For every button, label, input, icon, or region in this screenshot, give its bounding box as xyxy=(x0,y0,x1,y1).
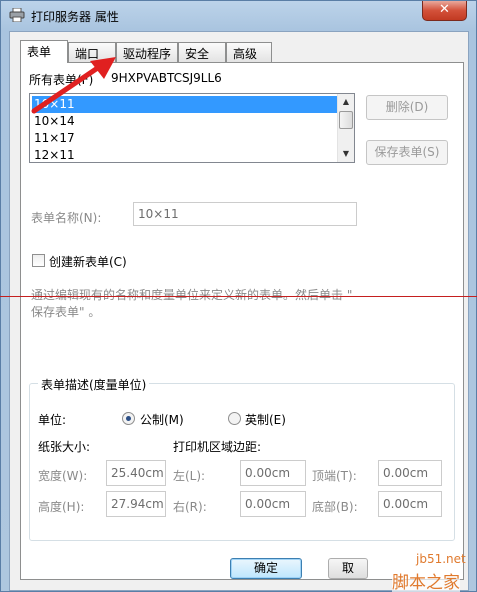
tab-drivers[interactable]: 驱动程序 xyxy=(116,42,178,62)
create-new-form-checkbox[interactable] xyxy=(32,254,45,267)
list-item[interactable]: 11×17 xyxy=(32,130,337,147)
close-button[interactable]: ✕ xyxy=(422,1,467,21)
create-new-form-label: 创建新表单(C) xyxy=(49,255,127,269)
scroll-thumb[interactable] xyxy=(339,111,353,129)
metric-radio[interactable] xyxy=(122,412,135,425)
list-item[interactable]: 10×14 xyxy=(32,113,337,130)
list-scrollbar[interactable]: ▲ ▼ xyxy=(337,94,354,162)
bottom-margin-input[interactable]: 0.00cm xyxy=(378,491,442,517)
tab-forms[interactable]: 表单 xyxy=(20,40,68,63)
printer-icon xyxy=(9,8,25,22)
imperial-label: 英制(E) xyxy=(245,413,286,427)
title-bar[interactable]: 打印服务器 属性 ✕ xyxy=(1,1,476,31)
top-margin-input[interactable]: 0.00cm xyxy=(378,460,442,486)
imperial-radio[interactable] xyxy=(228,412,241,425)
metric-label: 公制(M) xyxy=(140,413,184,427)
left-margin-label: 左(L): xyxy=(173,469,206,483)
watermark-name: 脚本之家 xyxy=(392,568,460,592)
right-margin-label: 右(R): xyxy=(173,500,207,514)
form-name-input[interactable]: 10×11 xyxy=(133,202,357,226)
unit-label: 单位: xyxy=(38,413,67,427)
delete-button[interactable]: 删除(D) xyxy=(366,95,448,120)
paper-size-label: 纸张大小: xyxy=(38,440,91,454)
cancel-button[interactable]: 取 xyxy=(328,558,368,579)
margins-label: 打印机区域边距: xyxy=(173,440,262,454)
ok-button[interactable]: 确定 xyxy=(230,558,302,579)
top-margin-label: 顶端(T): xyxy=(312,469,357,483)
right-margin-input[interactable]: 0.00cm xyxy=(240,491,306,517)
watermark-url: jb51.net xyxy=(416,552,466,566)
annotation-line xyxy=(0,296,477,297)
forms-panel: 所有表单(F) 9HXPVABTCSJ9LL6 10×11 10×14 11×1… xyxy=(20,62,464,580)
tab-security[interactable]: 安全 xyxy=(178,42,226,62)
save-form-button[interactable]: 保存表单(S) xyxy=(366,140,448,165)
height-label: 高度(H): xyxy=(38,500,85,514)
left-margin-input[interactable]: 0.00cm xyxy=(240,460,306,486)
server-name: 9HXPVABTCSJ9LL6 xyxy=(111,71,222,85)
description-line2: 保存表单" 。 xyxy=(31,305,101,319)
scroll-down-icon[interactable]: ▼ xyxy=(338,146,354,162)
scroll-up-icon[interactable]: ▲ xyxy=(338,94,354,110)
window-title: 打印服务器 属性 xyxy=(31,10,119,24)
group-title: 表单描述(度量单位) xyxy=(38,376,150,393)
annotation-arrow-icon xyxy=(31,57,116,114)
list-item[interactable]: 12×11 xyxy=(32,147,337,162)
width-input[interactable]: 25.40cm xyxy=(106,460,166,486)
watermark: jb51.net 脚本之家 xyxy=(392,552,477,592)
description-line1: 通过编辑现有的名称和度量单位来定义新的表单。然后单击 " xyxy=(31,288,353,302)
dialog-client: 表单 端口 驱动程序 安全 高级 所有表单(F) 9HXPVABTCSJ9LL6… xyxy=(9,31,469,591)
width-label: 宽度(W): xyxy=(38,469,88,483)
height-input[interactable]: 27.94cm xyxy=(106,491,166,517)
form-description-group: 表单描述(度量单位) 单位: 公制(M) 英制(E) 纸张大小: 打印机区域边距… xyxy=(29,376,455,541)
tab-advanced[interactable]: 高级 xyxy=(226,42,272,62)
bottom-margin-label: 底部(B): xyxy=(312,500,358,514)
form-name-label: 表单名称(N): xyxy=(31,211,102,225)
